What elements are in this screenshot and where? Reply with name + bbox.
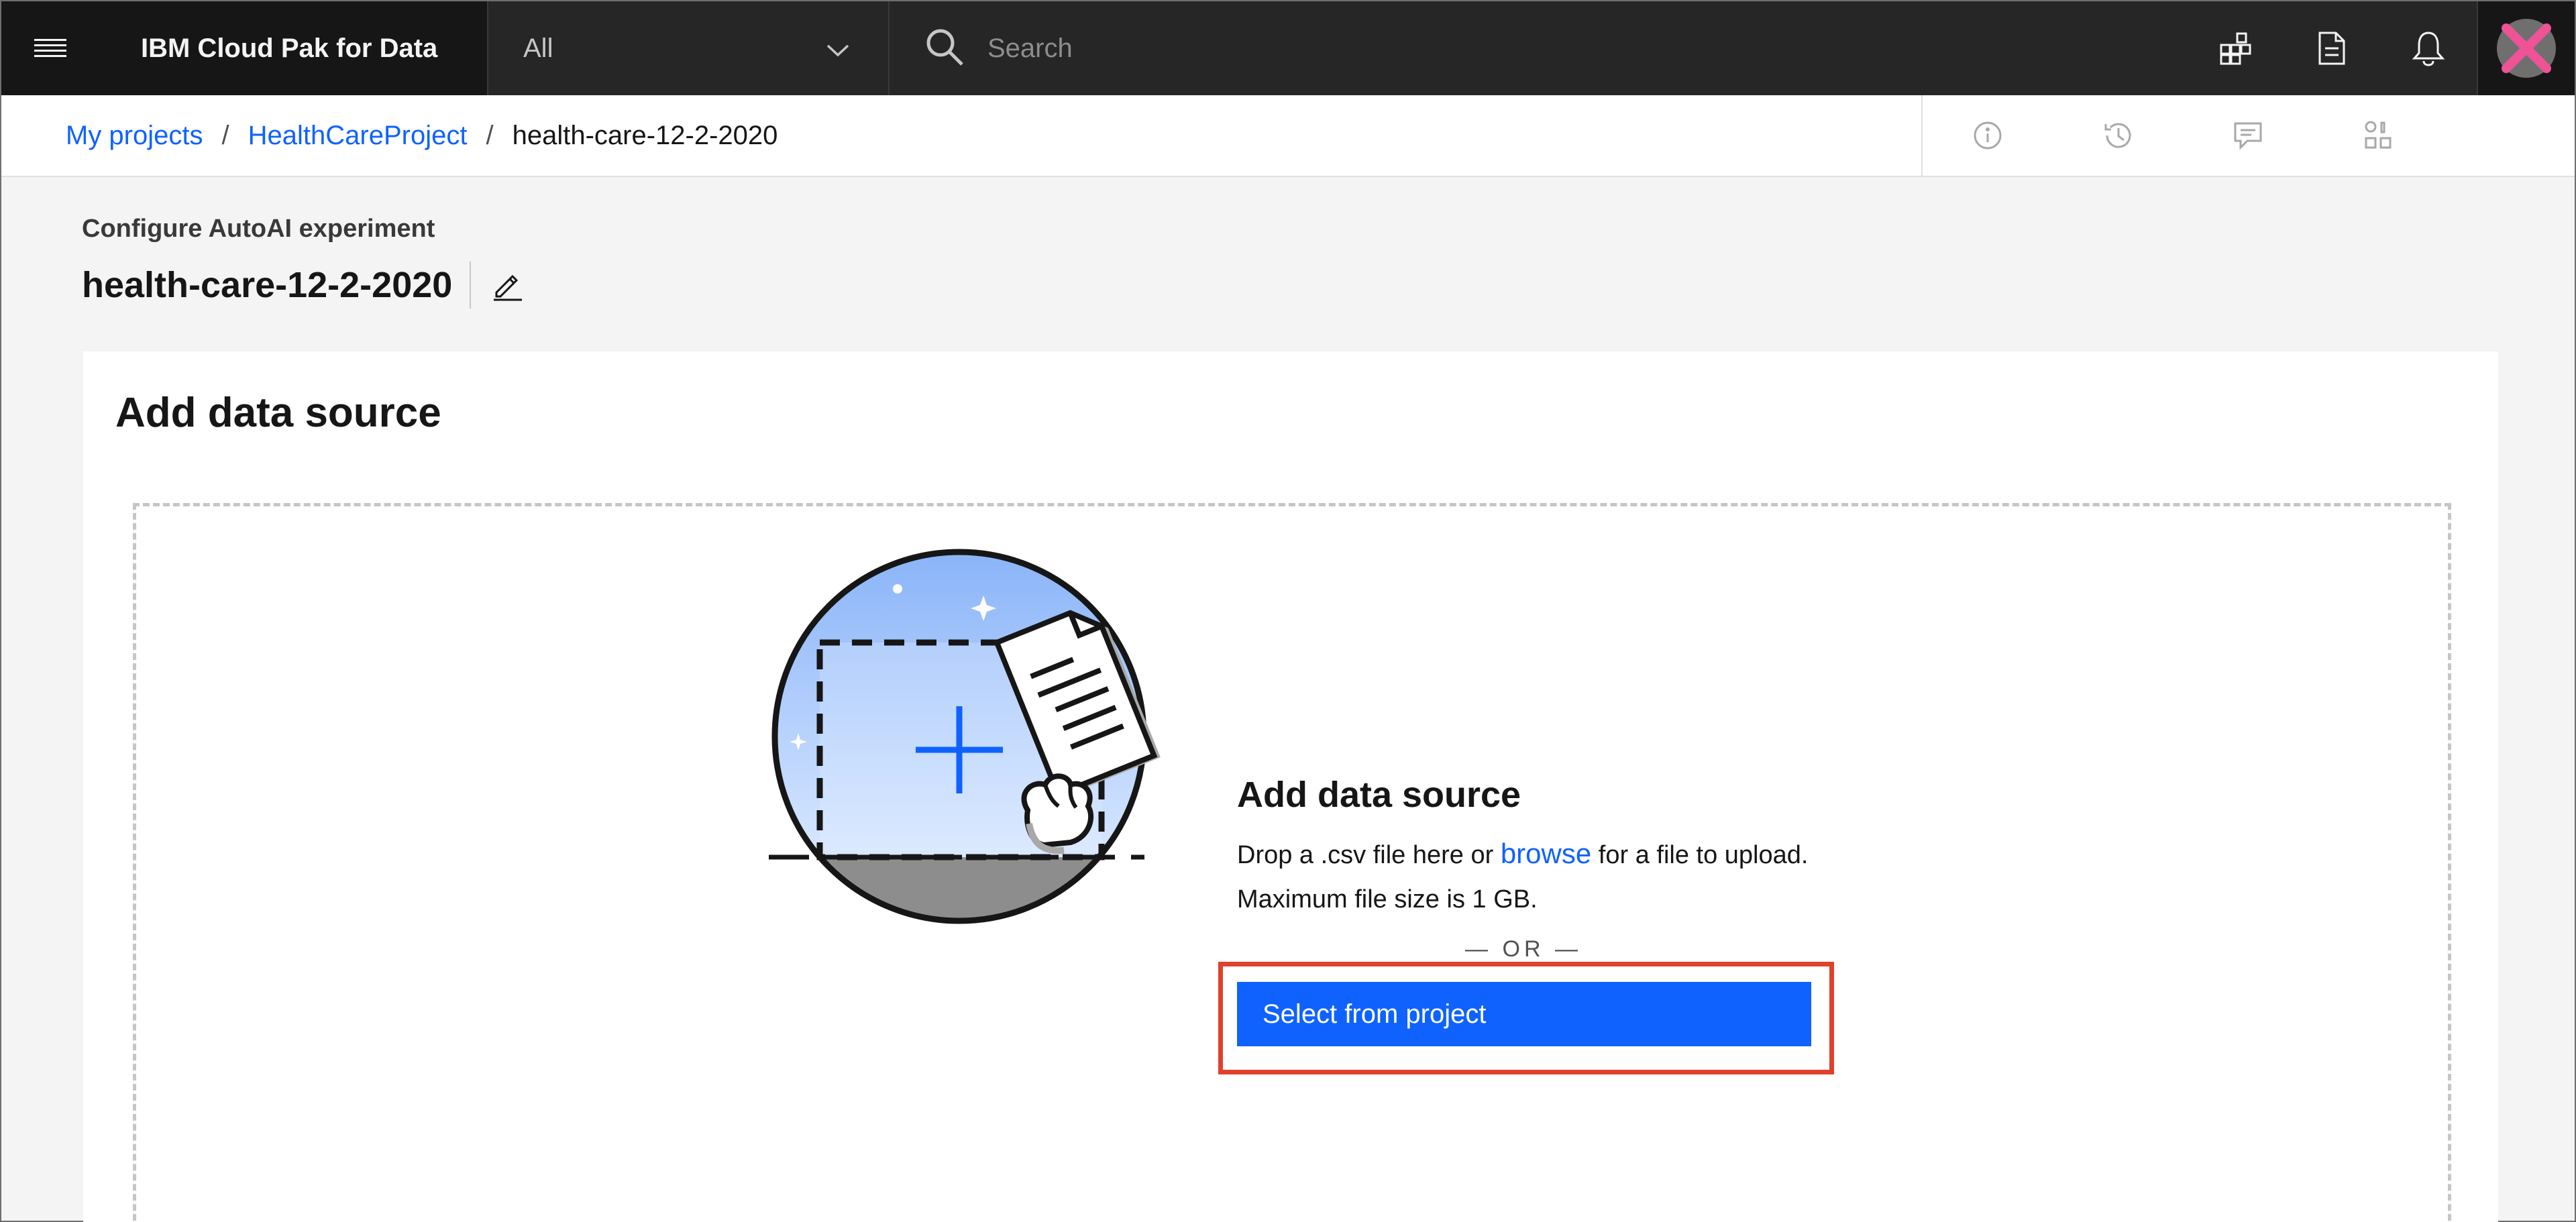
- edit-icon[interactable]: [491, 268, 525, 302]
- menu-icon[interactable]: [1, 1, 99, 95]
- assets-icon[interactable]: [2313, 95, 2443, 176]
- page-title-row: health-care-12-2-2020: [82, 262, 525, 309]
- information-icon[interactable]: [1923, 95, 2053, 176]
- dropzone-desc-before: Drop a .csv file here or: [1237, 841, 1501, 869]
- top-navigation: IBM Cloud Pak for Data All Search: [1, 1, 2575, 95]
- dropzone-heading: Add data source: [1237, 775, 1521, 815]
- page-title: health-care-12-2-2020: [82, 265, 453, 305]
- upload-illustration: [769, 542, 1185, 948]
- upload-illustration-icon: [769, 549, 1161, 924]
- breadcrumb: My projects / HealthCareProject / health…: [1, 121, 1921, 151]
- document-icon[interactable]: [2284, 1, 2380, 95]
- breadcrumb-separator: /: [486, 120, 494, 150]
- close-icon: [2497, 19, 2556, 78]
- breadcrumb-current: health-care-12-2-2020: [512, 120, 778, 150]
- scope-selected-value: All: [523, 33, 553, 63]
- product-name[interactable]: IBM Cloud Pak for Data: [99, 1, 487, 95]
- header-actions: [2187, 1, 2477, 95]
- project-toolbar: [1921, 95, 2575, 176]
- scope-dropdown[interactable]: All: [487, 1, 888, 95]
- search-placeholder: Search: [987, 33, 1073, 63]
- chevron-down-icon: [826, 34, 849, 64]
- breadcrumb-bar: My projects / HealthCareProject / health…: [1, 95, 2575, 177]
- breadcrumb-separator: /: [221, 120, 229, 150]
- page-subtitle: Configure AutoAI experiment: [82, 215, 435, 243]
- browse-link[interactable]: browse: [1501, 838, 1591, 869]
- apps-icon[interactable]: [2187, 1, 2284, 95]
- dropzone-text: Add data source Drop a .csv file here or…: [1237, 774, 1881, 962]
- search-icon: [923, 25, 966, 72]
- notification-icon[interactable]: [2380, 1, 2477, 95]
- search-input[interactable]: Search: [888, 1, 2187, 95]
- card-title: Add data source: [115, 390, 441, 436]
- avatar[interactable]: [2477, 1, 2575, 95]
- comment-icon[interactable]: [2183, 95, 2313, 176]
- dropzone-description: Drop a .csv file here or browse for a fi…: [1237, 832, 1881, 922]
- add-data-source-card: Add data source Add data source Drop a .…: [83, 351, 2498, 1222]
- title-divider: [470, 262, 472, 309]
- select-from-project-button[interactable]: Select from project: [1237, 982, 1811, 1046]
- breadcrumb-project[interactable]: HealthCareProject: [248, 121, 468, 151]
- breadcrumb-my-projects[interactable]: My projects: [66, 121, 203, 151]
- or-divider: — OR —: [1465, 936, 1582, 962]
- history-icon[interactable]: [2053, 95, 2183, 176]
